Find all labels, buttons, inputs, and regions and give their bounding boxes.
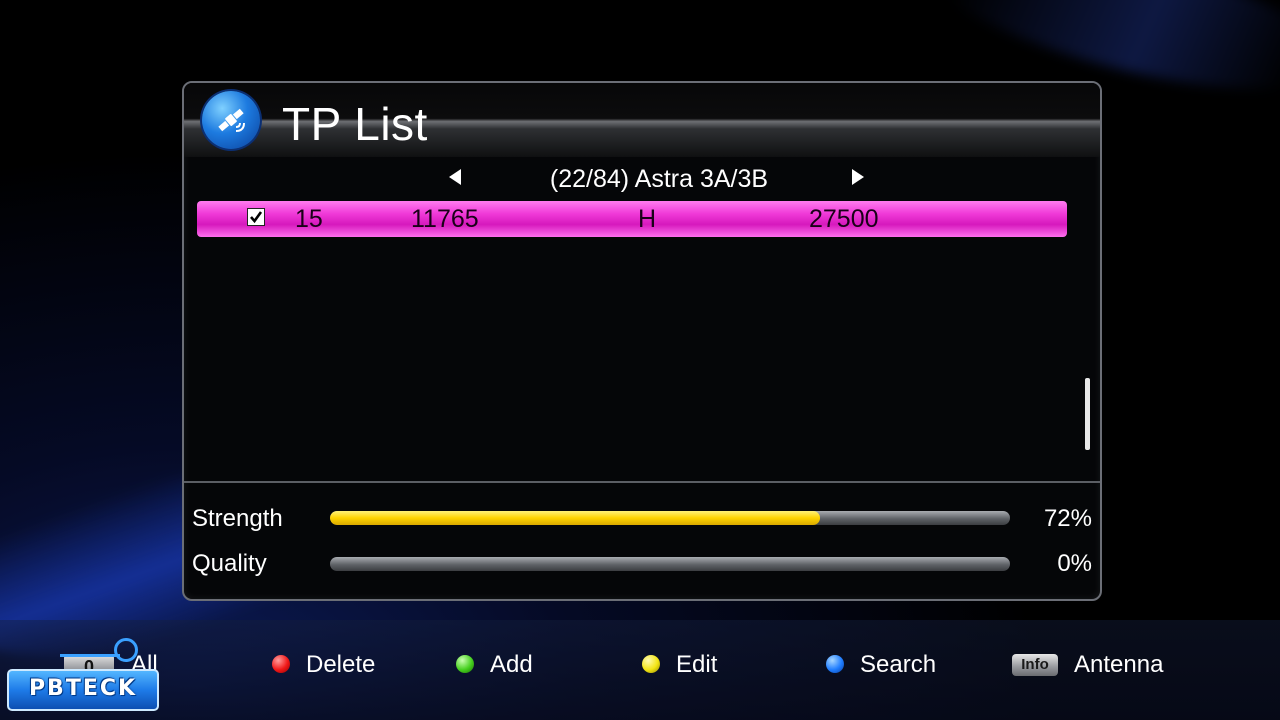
strength-bar [330,511,1010,525]
strength-value: 72% [1043,505,1092,532]
screen: TP List (22/84) Astra 3A/3B 15 11765 H 2… [0,0,1280,720]
info-key-icon: Info [1012,654,1058,676]
green-key-icon [456,655,474,673]
red-key-icon [272,655,290,673]
yellow-key-icon [642,655,660,673]
pbteck-logo: PBTECK [7,669,159,711]
tp-frequency: 11765 [411,205,479,233]
page-title: TP List [282,98,428,150]
edit-label: Edit [676,651,718,678]
tp-polarization: H [638,205,657,233]
satellite-name: (22/84) Astra 3A/3B [549,165,769,193]
delete-label: Delete [306,651,376,678]
strength-label: Strength [192,505,283,532]
arrow-right-icon[interactable] [852,169,864,185]
checkbox-checked-icon[interactable] [247,208,265,226]
tp-number: 15 [295,205,323,233]
satellite-selector[interactable]: (22/84) Astra 3A/3B [184,163,1100,197]
search-label: Search [860,651,937,678]
antenna-label: Antenna [1074,651,1164,678]
strength-bar-fill [330,511,820,525]
quality-label: Quality [192,550,267,577]
tp-list-panel: TP List (22/84) Astra 3A/3B 15 11765 H 2… [182,81,1102,601]
list-scrollbar[interactable] [1085,378,1090,450]
add-label: Add [490,651,533,678]
footer-hint-bar: 0 All Delete Add Edit Search Info Antenn… [0,620,1280,720]
quality-value: 0% [1057,550,1092,577]
satellite-icon [202,91,260,149]
tp-symbol-rate: 27500 [809,205,879,233]
blue-key-icon [826,655,844,673]
tp-list-row-selected[interactable]: 15 11765 H 27500 [197,201,1067,237]
logo-circuit-ring [114,638,138,662]
logo-text: PBTECK [28,676,138,701]
divider [184,481,1100,483]
quality-bar [330,557,1010,571]
logo-circuit-line [60,654,120,657]
arrow-left-icon[interactable] [449,169,461,185]
